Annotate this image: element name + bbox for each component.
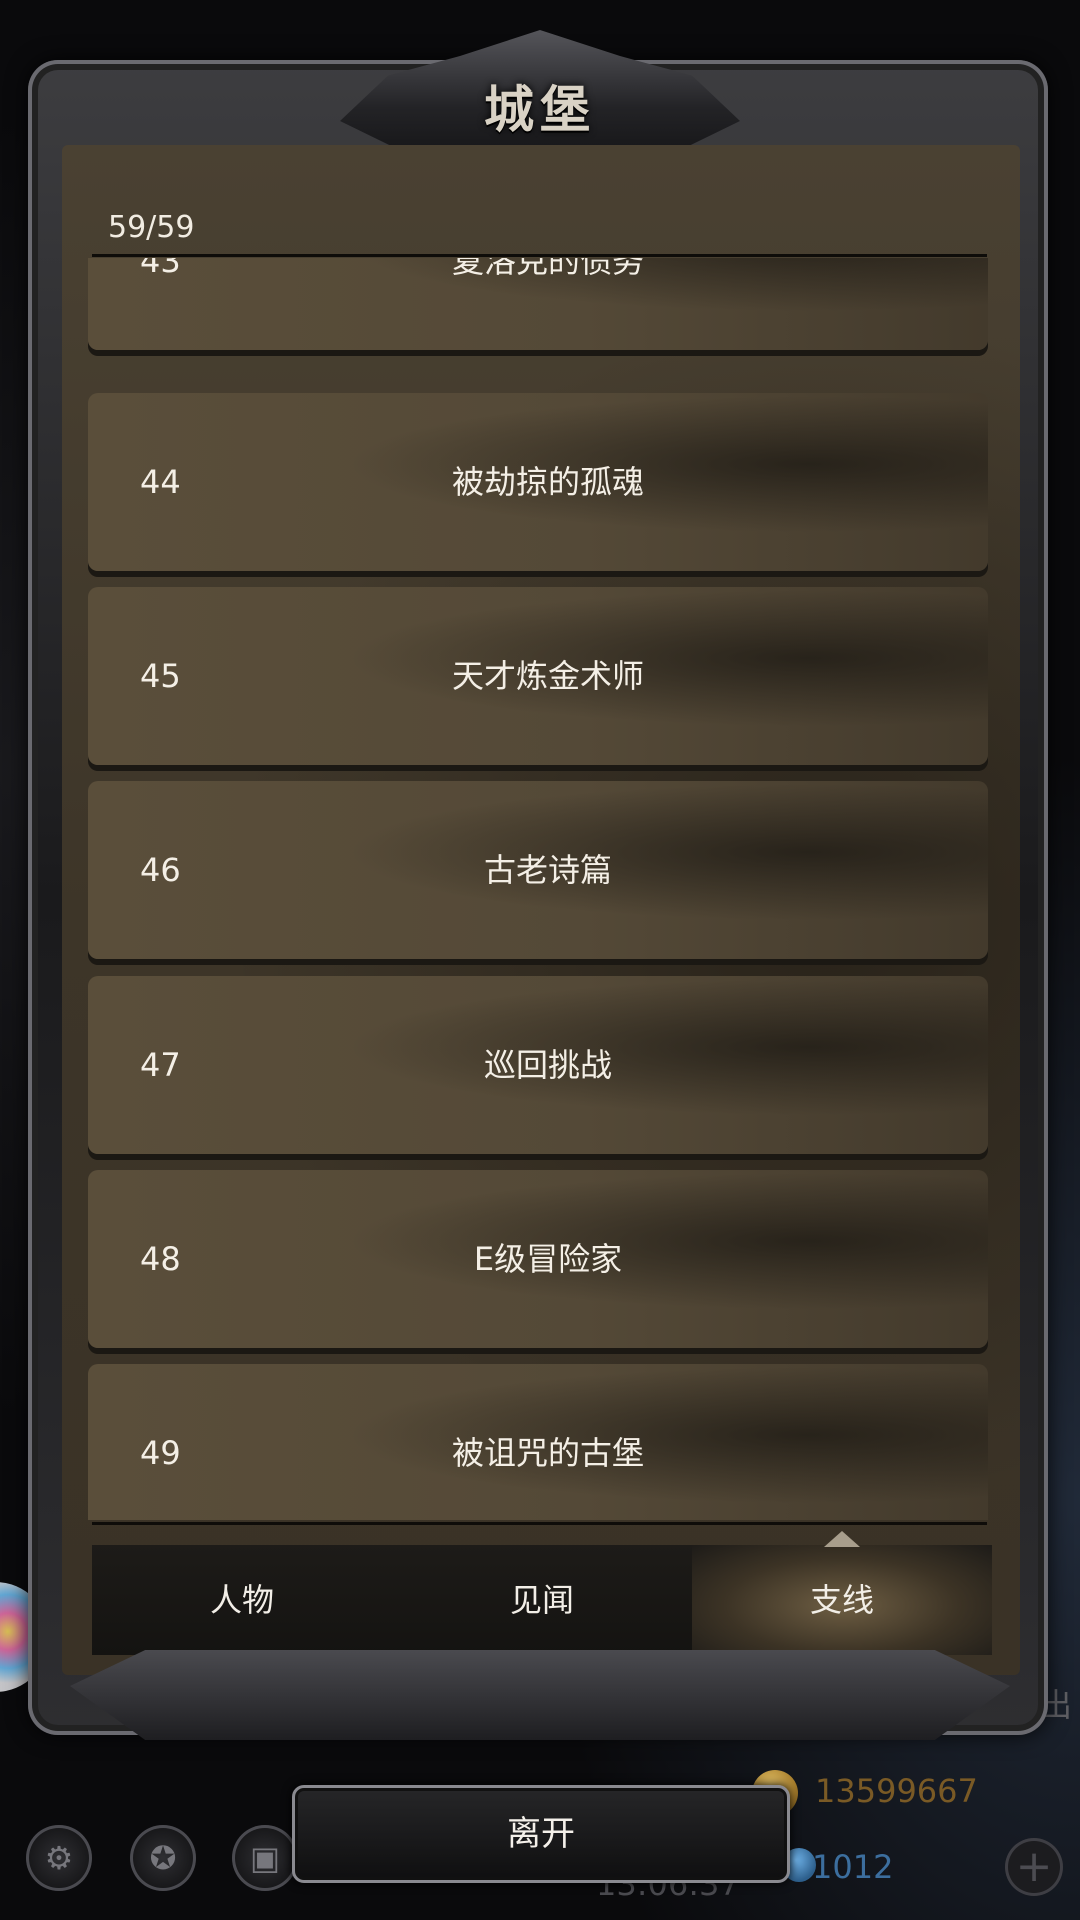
- item-title: 巡回挑战: [483, 1046, 612, 1084]
- list-item[interactable]: 43 夏洛克的债务: [88, 258, 988, 350]
- tab-label: 支线: [809, 1581, 874, 1619]
- item-number: 47: [140, 1046, 181, 1084]
- leave-button[interactable]: 离开: [292, 1785, 790, 1883]
- tab-knowledge[interactable]: 见闻: [392, 1545, 692, 1655]
- top-divider: [92, 254, 987, 257]
- tab-bar: 人物 见闻 支线: [92, 1531, 992, 1655]
- list-item[interactable]: 48 E级冒险家: [88, 1170, 988, 1348]
- item-number: 45: [140, 657, 181, 695]
- frame-crest-bottom: [70, 1650, 1010, 1740]
- gold-amount: 13599667: [815, 1772, 978, 1810]
- item-title: 天才炼金术师: [451, 657, 644, 695]
- item-number: 48: [140, 1240, 181, 1278]
- list-item[interactable]: 45 天才炼金术师: [88, 587, 988, 765]
- quest-list[interactable]: 43 夏洛克的债务 44 被劫掠的孤魂 45 天才炼金术师 46 古老诗篇 47…: [88, 258, 988, 1520]
- item-title: 被诅咒的古堡: [451, 1434, 644, 1472]
- item-title: E级冒险家: [473, 1240, 623, 1278]
- tab-side-quests[interactable]: 支线: [692, 1531, 992, 1655]
- list-item[interactable]: 47 巡回挑战: [88, 976, 988, 1154]
- item-title: 夏洛克的债务: [451, 258, 644, 280]
- list-item[interactable]: 44 被劫掠的孤魂: [88, 393, 988, 571]
- dialog-title: 城堡: [484, 80, 596, 139]
- item-number: 43: [140, 258, 181, 280]
- list-item[interactable]: 49 被诅咒的古堡: [88, 1364, 988, 1520]
- gear-icon[interactable]: ⚙: [26, 1825, 92, 1891]
- bottom-divider: [92, 1522, 987, 1525]
- list-item[interactable]: 46 古老诗篇: [88, 781, 988, 959]
- plus-icon[interactable]: +: [1005, 1838, 1063, 1896]
- item-number: 44: [140, 463, 181, 501]
- gem-amount: 1012: [812, 1848, 894, 1886]
- star-badge-icon[interactable]: ✪: [130, 1825, 196, 1891]
- item-number: 46: [140, 851, 181, 889]
- item-title: 被劫掠的孤魂: [451, 463, 644, 501]
- guild-icon[interactable]: ▣: [232, 1825, 298, 1891]
- tab-characters[interactable]: 人物: [92, 1545, 392, 1655]
- item-number: 49: [140, 1434, 181, 1472]
- item-title: 古老诗篇: [483, 851, 612, 889]
- item-count: 59/59: [108, 210, 195, 245]
